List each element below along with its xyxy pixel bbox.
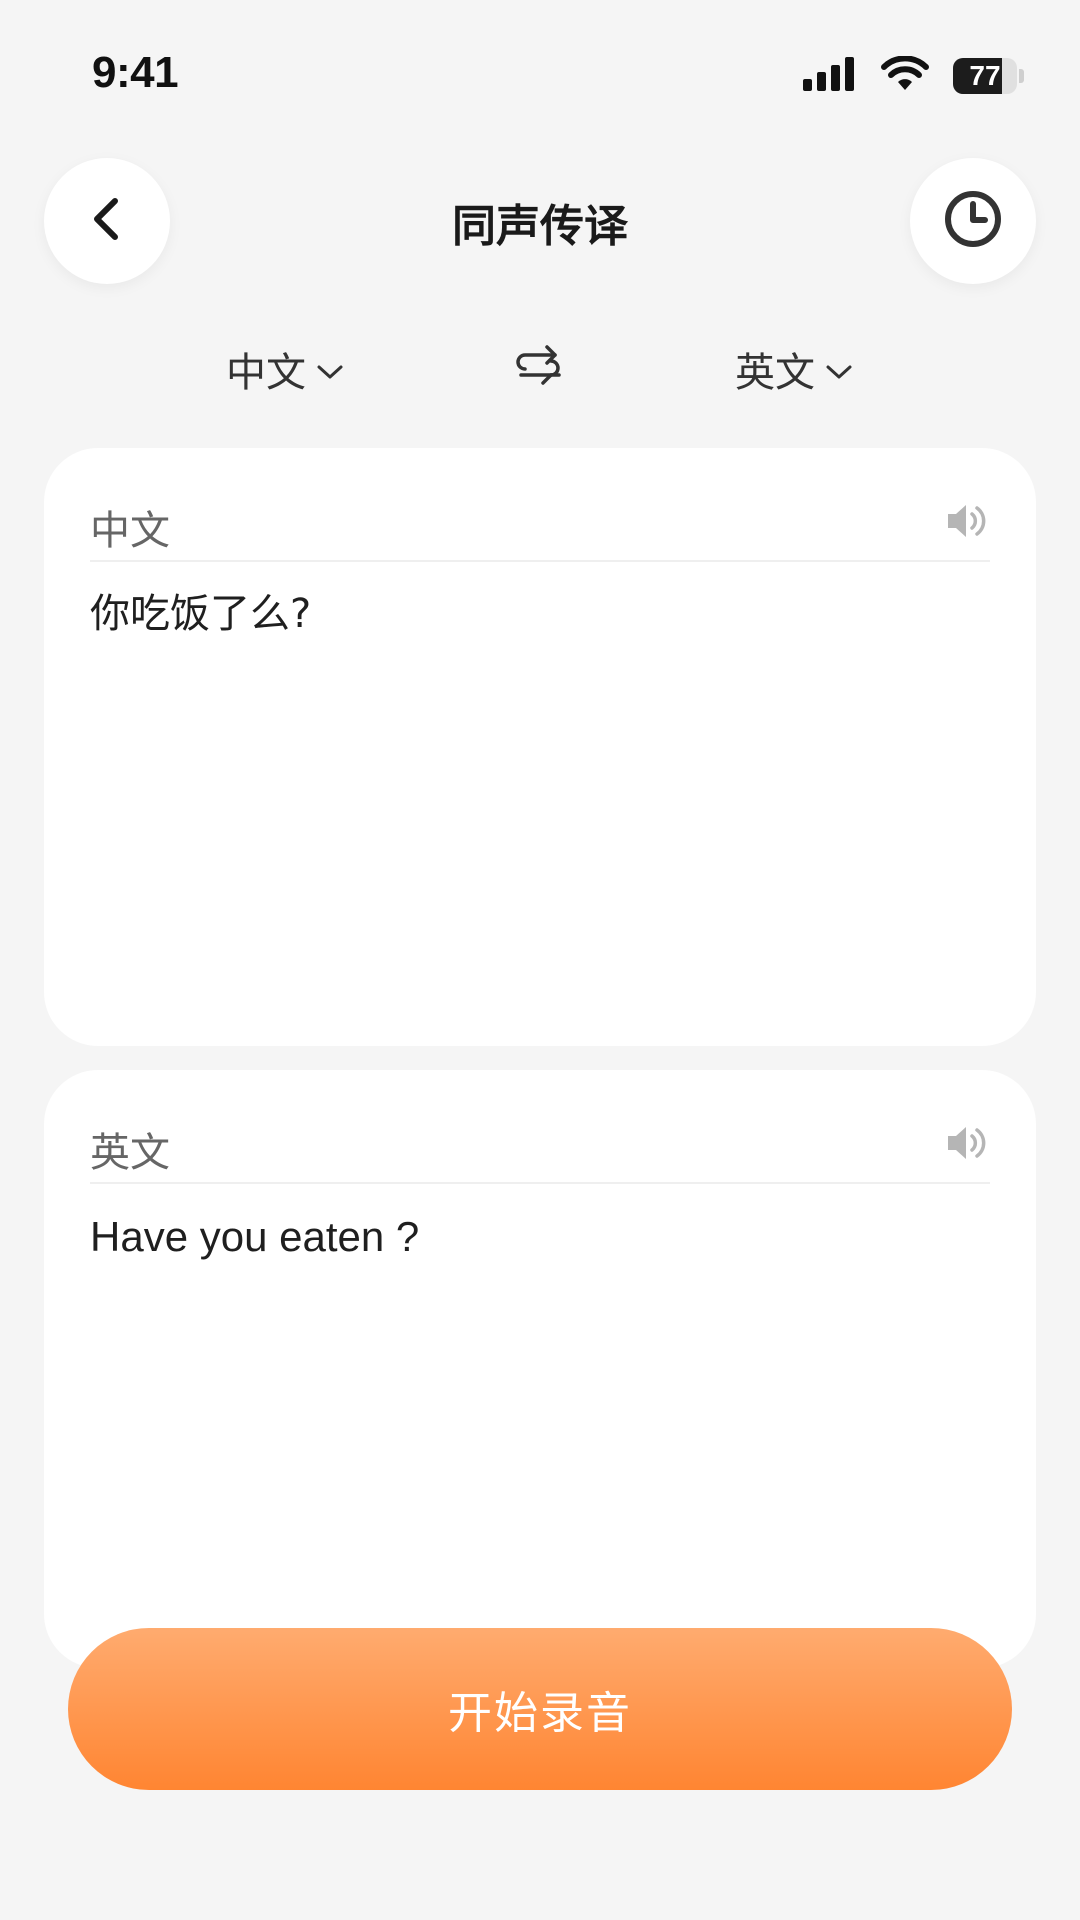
target-card-header: 英文	[90, 1120, 990, 1184]
wifi-icon	[881, 55, 929, 96]
battery-icon: 77	[953, 58, 1017, 94]
battery-level: 77	[969, 60, 1001, 91]
status-bar: 9:41 77	[0, 0, 1080, 150]
source-text-card: 中文 你吃饭了么?	[44, 448, 1036, 1046]
clock-icon	[942, 188, 1004, 254]
speaker-icon[interactable]	[944, 1120, 990, 1166]
start-recording-button[interactable]: 开始录音	[68, 1628, 1012, 1790]
target-card-language: 英文	[90, 1130, 170, 1176]
status-time: 9:41	[92, 48, 179, 97]
swap-languages-button[interactable]	[514, 338, 562, 394]
status-icons: 77	[803, 55, 1024, 96]
source-language-label: 中文	[226, 350, 306, 396]
battery-tip	[1019, 69, 1024, 83]
language-bar: 中文 英文	[0, 330, 1080, 400]
swap-arrows-icon	[515, 339, 561, 393]
chevron-down-icon	[316, 346, 344, 392]
translated-text[interactable]: Have you eaten ?	[90, 1210, 990, 1265]
source-text[interactable]: 你吃饭了么?	[90, 588, 990, 640]
target-language-dropdown[interactable]: 英文	[735, 340, 853, 398]
source-card-header: 中文	[90, 498, 990, 562]
history-button[interactable]	[910, 158, 1036, 284]
source-language-dropdown[interactable]: 中文	[226, 340, 344, 398]
translated-text-card: 英文 Have you eaten ?	[44, 1070, 1036, 1668]
chevron-down-icon	[825, 346, 853, 392]
cellular-signal-icon	[803, 57, 857, 95]
target-language-label: 英文	[735, 350, 815, 396]
source-card-language: 中文	[90, 508, 170, 554]
speaker-icon[interactable]	[944, 498, 990, 544]
